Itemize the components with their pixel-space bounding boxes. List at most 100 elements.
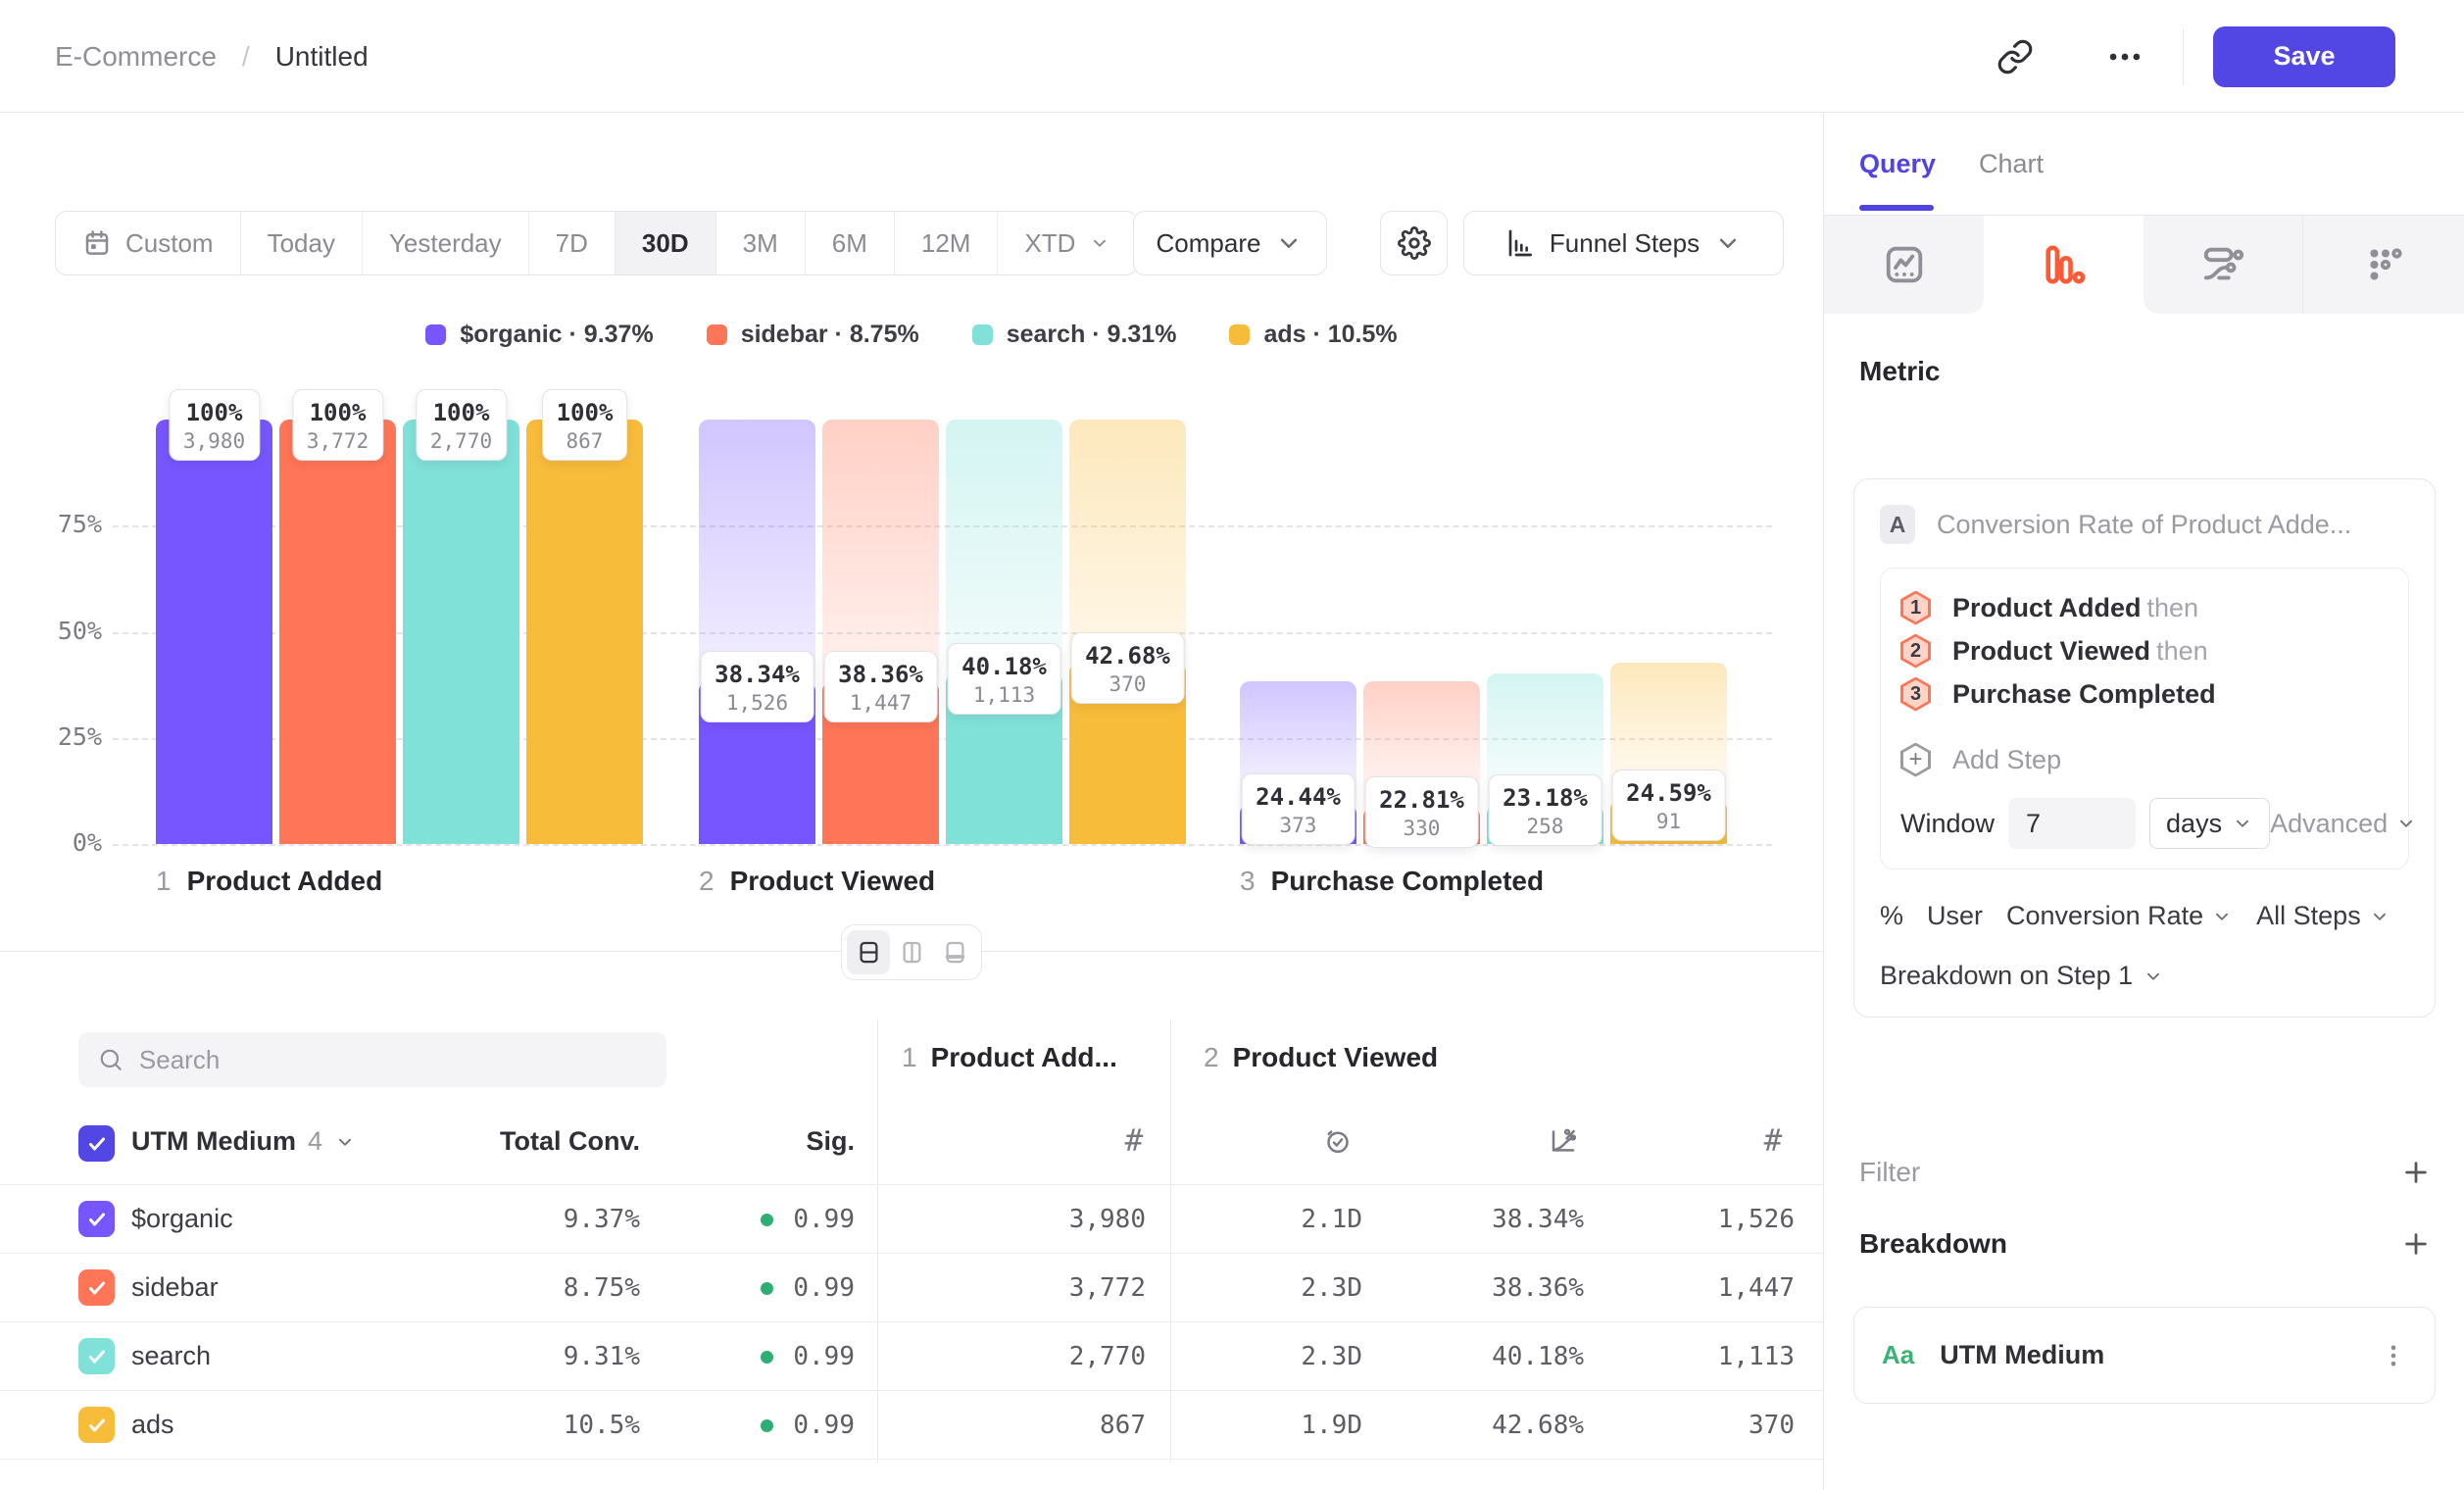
row-checkbox[interactable] [78,1201,115,1237]
range-30d[interactable]: 30D [615,212,715,274]
chart-type-tab-flow[interactable] [2144,216,2303,314]
kebab-menu-icon[interactable] [2380,1342,2407,1369]
window-unit-select[interactable]: days [2149,798,2270,849]
top-bar: E-Commerce / Untitled Save [0,0,2464,113]
search-input[interactable] [139,1045,647,1075]
chart-type-tab-funnel[interactable] [1984,216,2144,314]
range-12m[interactable]: 12M [894,212,998,274]
column-conv-rate-icon[interactable] [1549,1126,1578,1156]
range-yesterday[interactable]: Yesterday [362,212,528,274]
check-icon [85,1414,109,1437]
bar-count: 373 [1256,814,1341,837]
add-filter-icon[interactable] [2401,1158,2431,1187]
window-value-input[interactable] [2008,798,2136,849]
range-today[interactable]: Today [240,212,362,274]
grid-dots-icon [2362,242,2407,287]
legend-item-ads[interactable]: ads · 10.5% [1229,321,1397,349]
step-name: Product Add... [931,1042,1117,1073]
range-7d[interactable]: 7D [528,212,615,274]
measurement-entity[interactable]: User [1927,901,1983,931]
bar-value-label: 38.36%1,447 [823,651,938,722]
cell-significance: 0.99 [761,1273,855,1303]
chart-type-tab-insights[interactable] [1824,216,1984,314]
panel-tabs: Query Chart [1824,113,2464,216]
range-xtd[interactable]: XTD [997,212,1137,274]
metric-step-1[interactable]: 1Product Addedthen [1900,586,2389,629]
measurement-scope-select[interactable]: All Steps [2256,901,2390,931]
metric-formula-row[interactable]: A Conversion Rate of Product Adde... [1880,505,2409,544]
measurement-prefix: % [1880,901,1903,931]
chart-type-tab-grid-dots[interactable] [2303,216,2464,314]
metric-formula-text: Conversion Rate of Product Adde... [1937,510,2351,540]
chart-type-button[interactable]: Funnel Steps [1463,211,1784,275]
report-title[interactable]: Untitled [275,41,369,73]
range-label: Yesterday [389,228,502,259]
metric-step-2[interactable]: 2Product Viewedthen [1900,629,2389,672]
range-6m[interactable]: 6M [805,212,894,274]
legend-item-sidebar[interactable]: sidebar · 8.75% [707,321,919,349]
select-all-checkbox[interactable] [78,1125,115,1162]
group-column-header[interactable]: UTM Medium 4 [131,1126,356,1157]
bar-pct: 23.18% [1503,784,1588,812]
bar-pct: 42.68% [1085,642,1170,670]
total-conv-header[interactable]: Total Conv. [500,1126,640,1157]
legend-label: $organic · 9.37% [460,321,653,349]
chart-type-label: Funnel Steps [1550,228,1700,259]
sig-value: 0.99 [793,1273,855,1303]
calendar-icon [82,228,112,258]
breakdown-section-label: Breakdown [1859,1228,2007,1260]
bar-segment[interactable] [526,420,643,844]
hash-icon[interactable]: # [1758,1126,1788,1156]
insights-icon [1882,242,1927,287]
sig-header[interactable]: Sig. [806,1126,855,1157]
chart-legend: $organic · 9.37% sidebar · 8.75% search · … [0,321,1823,349]
bar-ads-step2: 42.68%370 [1069,420,1186,844]
breadcrumb-separator: / [242,41,250,73]
toggle-layout-split-horizontal[interactable] [847,930,890,974]
cell-step2-count: 1,526 [1718,1205,1795,1234]
toggle-layout-split-vertical[interactable] [890,930,933,974]
add-step-button[interactable]: + Add Step [1900,737,2389,782]
range-custom[interactable]: Custom [56,212,240,274]
row-checkbox[interactable] [78,1338,115,1374]
row-checkbox[interactable] [78,1269,115,1306]
legend-item-organic[interactable]: $organic · 9.37% [425,321,653,349]
compare-button[interactable]: Compare [1133,211,1327,275]
bar-segment[interactable] [279,420,396,844]
bar-count: 2,770 [430,429,492,453]
chevron-down-icon [2395,813,2417,834]
steps-card: 1Product Addedthen2Product Viewedthen3Pu… [1880,568,2409,869]
metric-step-text: Product Viewedthen [1952,636,2208,667]
table-search[interactable] [78,1032,666,1087]
measurement-metric-select[interactable]: Conversion Rate [2006,901,2233,931]
cell-significance: 0.99 [761,1342,855,1371]
advanced-toggle[interactable]: Advanced [2270,809,2417,839]
cell-significance: 0.99 [761,1411,855,1440]
toggle-layout-bottom[interactable] [933,930,976,974]
add-breakdown-icon[interactable] [2401,1229,2431,1259]
bar-value-label: 24.59%91 [1611,770,1726,841]
range-3m[interactable]: 3M [715,212,805,274]
bar-segment[interactable] [156,420,272,844]
bar-segment[interactable] [403,420,519,844]
metric-step-3[interactable]: 3Purchase Completed [1900,672,2389,716]
y-axis-tick: 75% [0,510,102,538]
breakdown-on-step-select[interactable]: Breakdown on Step 1 [1880,961,2409,991]
row-checkbox[interactable] [78,1407,115,1443]
breakdown-item[interactable]: Aa UTM Medium [1853,1307,2436,1404]
hash-icon[interactable]: # [1119,1126,1149,1156]
chart-settings-button[interactable] [1380,211,1448,275]
column-clock-check-icon[interactable] [1323,1126,1353,1156]
significance-dot [761,1351,773,1364]
cell-step2-time: 2.1D [1301,1205,1362,1234]
tab-chart[interactable]: Chart [1979,113,2044,215]
tab-query[interactable]: Query [1859,113,1936,215]
more-menu-icon[interactable] [2106,38,2144,75]
legend-item-search[interactable]: search · 9.31% [972,321,1177,349]
save-button[interactable]: Save [2213,26,2395,87]
bar-value-label: 100%867 [542,389,628,461]
breadcrumb-project[interactable]: E-Commerce [55,41,217,73]
copy-link-icon[interactable] [1996,38,2034,75]
bar-count: 1,526 [715,691,800,715]
cell-total-conv: 8.75% [564,1273,640,1303]
